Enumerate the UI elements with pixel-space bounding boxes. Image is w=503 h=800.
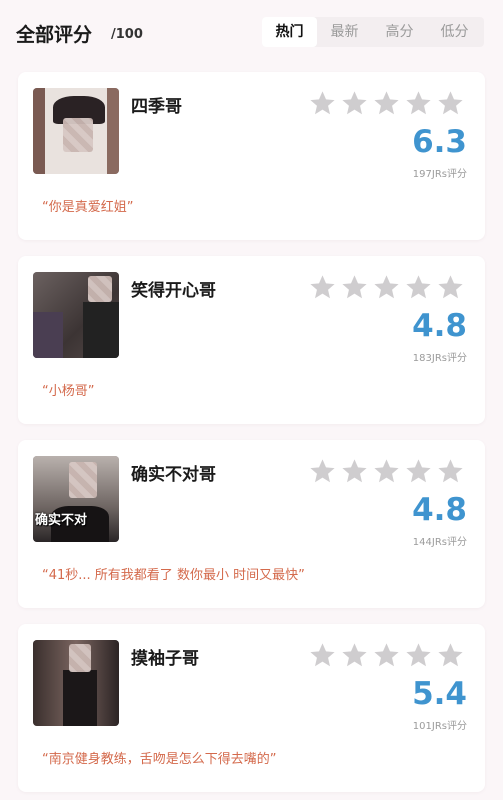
quote-text: “南京健身教练，舌吻是怎么下得去嘴的” xyxy=(42,752,277,767)
star-icon[interactable] xyxy=(340,641,369,670)
star-icon[interactable] xyxy=(340,89,369,118)
star-icon[interactable] xyxy=(404,641,433,670)
avatar xyxy=(33,272,119,358)
avatar xyxy=(33,640,119,726)
avatar-caption: 确实不对 xyxy=(35,513,88,528)
star-icon[interactable] xyxy=(308,457,337,486)
page-title: 全部评分 xyxy=(16,24,93,46)
star-icon[interactable] xyxy=(404,89,433,118)
sort-tabs: 热门 最新 高分 低分 xyxy=(262,17,484,47)
star-icon[interactable] xyxy=(308,89,337,118)
star-icon[interactable] xyxy=(372,273,401,302)
star-rating[interactable] xyxy=(308,89,465,118)
rating-card[interactable]: 四季哥 6.3 197JRs评分 “你是真爱红姐” xyxy=(18,72,485,240)
quote-text: “小杨哥” xyxy=(42,384,95,399)
rating-count: 101JRs评分 xyxy=(412,721,467,732)
rating-card[interactable]: 摸袖子哥 5.4 101JRs评分 “南京健身教练，舌吻是怎么下得去嘴的” xyxy=(18,624,485,792)
star-icon[interactable] xyxy=(436,641,465,670)
person-name: 确实不对哥 xyxy=(131,465,216,485)
rating-count: 183JRs评分 xyxy=(412,353,467,364)
avatar xyxy=(33,88,119,174)
person-name: 笑得开心哥 xyxy=(131,281,216,301)
header: 全部评分 /100 热门 最新 高分 低分 xyxy=(0,0,503,64)
star-icon[interactable] xyxy=(436,89,465,118)
star-rating[interactable] xyxy=(308,641,465,670)
score-value: 4.8 xyxy=(412,492,467,528)
star-icon[interactable] xyxy=(436,457,465,486)
star-icon[interactable] xyxy=(308,641,337,670)
tab-hot[interactable]: 热门 xyxy=(262,17,317,47)
star-icon[interactable] xyxy=(372,641,401,670)
tab-high-score[interactable]: 高分 xyxy=(372,17,427,47)
person-name: 四季哥 xyxy=(131,97,182,117)
star-icon[interactable] xyxy=(404,273,433,302)
quote-text: “你是真爱红姐” xyxy=(42,200,134,215)
star-icon[interactable] xyxy=(404,457,433,486)
star-rating[interactable] xyxy=(308,273,465,302)
avatar: 确实不对 xyxy=(33,456,119,542)
rating-card[interactable]: 笑得开心哥 4.8 183JRs评分 “小杨哥” xyxy=(18,256,485,424)
star-icon[interactable] xyxy=(436,273,465,302)
score-value: 6.3 xyxy=(412,124,467,160)
star-rating[interactable] xyxy=(308,457,465,486)
star-icon[interactable] xyxy=(372,457,401,486)
title-scale: /100 xyxy=(111,27,143,42)
rating-card[interactable]: 确实不对 确实不对哥 4.8 144JRs评分 “41秒... 所有我都看了 数… xyxy=(18,440,485,608)
rating-count: 144JRs评分 xyxy=(412,537,467,548)
tab-low-score[interactable]: 低分 xyxy=(427,17,482,47)
star-icon[interactable] xyxy=(372,89,401,118)
star-icon[interactable] xyxy=(308,273,337,302)
star-icon[interactable] xyxy=(340,457,369,486)
score-value: 5.4 xyxy=(412,676,467,712)
rating-count: 197JRs评分 xyxy=(412,169,467,180)
tab-latest[interactable]: 最新 xyxy=(317,17,372,47)
person-name: 摸袖子哥 xyxy=(131,649,199,669)
quote-text: “41秒... 所有我都看了 数你最小 时间又最快” xyxy=(42,568,305,583)
score-value: 4.8 xyxy=(412,308,467,344)
star-icon[interactable] xyxy=(340,273,369,302)
